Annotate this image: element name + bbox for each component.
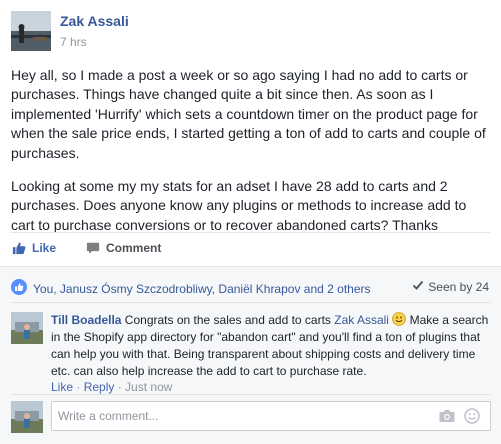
- comment-button[interactable]: Comment: [86, 241, 161, 255]
- check-icon: [412, 279, 424, 294]
- comment-text-part: Congrats on the sales and add to carts: [121, 313, 335, 327]
- comment-text: Till Boadella Congrats on the sales and …: [51, 312, 491, 380]
- speech-bubble-icon: [86, 241, 100, 255]
- comment-composer: [51, 401, 491, 431]
- post-card: Zak Assali 7 hrs Hey all, so I made a po…: [0, 0, 501, 444]
- comment-meta: Like · Reply · Just now: [51, 380, 172, 394]
- thumbs-up-icon: [12, 241, 26, 255]
- smiley-emoji-icon: [392, 312, 407, 326]
- divider: [11, 232, 490, 233]
- like-button[interactable]: Like: [12, 241, 56, 255]
- author-avatar[interactable]: [11, 11, 51, 51]
- camera-icon[interactable]: [439, 409, 455, 428]
- meta-separator: ·: [73, 380, 84, 394]
- post-author-name[interactable]: Zak Assali: [60, 13, 129, 29]
- commenter-avatar[interactable]: [11, 312, 43, 344]
- commenter-name[interactable]: Till Boadella: [51, 313, 121, 327]
- comment-timestamp[interactable]: Just now: [125, 380, 172, 394]
- like-badge-icon: [11, 279, 27, 298]
- post-timestamp[interactable]: 7 hrs: [60, 35, 87, 49]
- reactions-summary[interactable]: You, Janusz Ósmy Szczodrobliwy, Daniël K…: [11, 279, 371, 298]
- seen-by[interactable]: Seen by 24: [412, 279, 489, 294]
- meta-separator: ·: [114, 380, 126, 394]
- reactions-text: You, Janusz Ósmy Szczodrobliwy, Daniël K…: [33, 281, 371, 296]
- divider: [11, 394, 490, 395]
- like-label: Like: [32, 241, 57, 255]
- comment-input[interactable]: [52, 402, 412, 430]
- divider: [11, 302, 490, 303]
- smiley-icon[interactable]: [464, 408, 480, 429]
- mention-tag[interactable]: Zak Assali: [334, 313, 389, 327]
- comment-label: Comment: [106, 241, 162, 255]
- comment-like-link[interactable]: Like: [51, 380, 73, 394]
- seen-by-label: Seen by 24: [428, 279, 489, 294]
- comment-reply-link[interactable]: Reply: [84, 380, 115, 394]
- post-paragraph: Hey all, so I made a post a week or so a…: [11, 67, 486, 161]
- current-user-avatar[interactable]: [11, 401, 43, 433]
- post-paragraph: Looking at some my my stats for an adset…: [11, 178, 467, 233]
- post-body: Hey all, so I made a post a week or so a…: [11, 66, 493, 249]
